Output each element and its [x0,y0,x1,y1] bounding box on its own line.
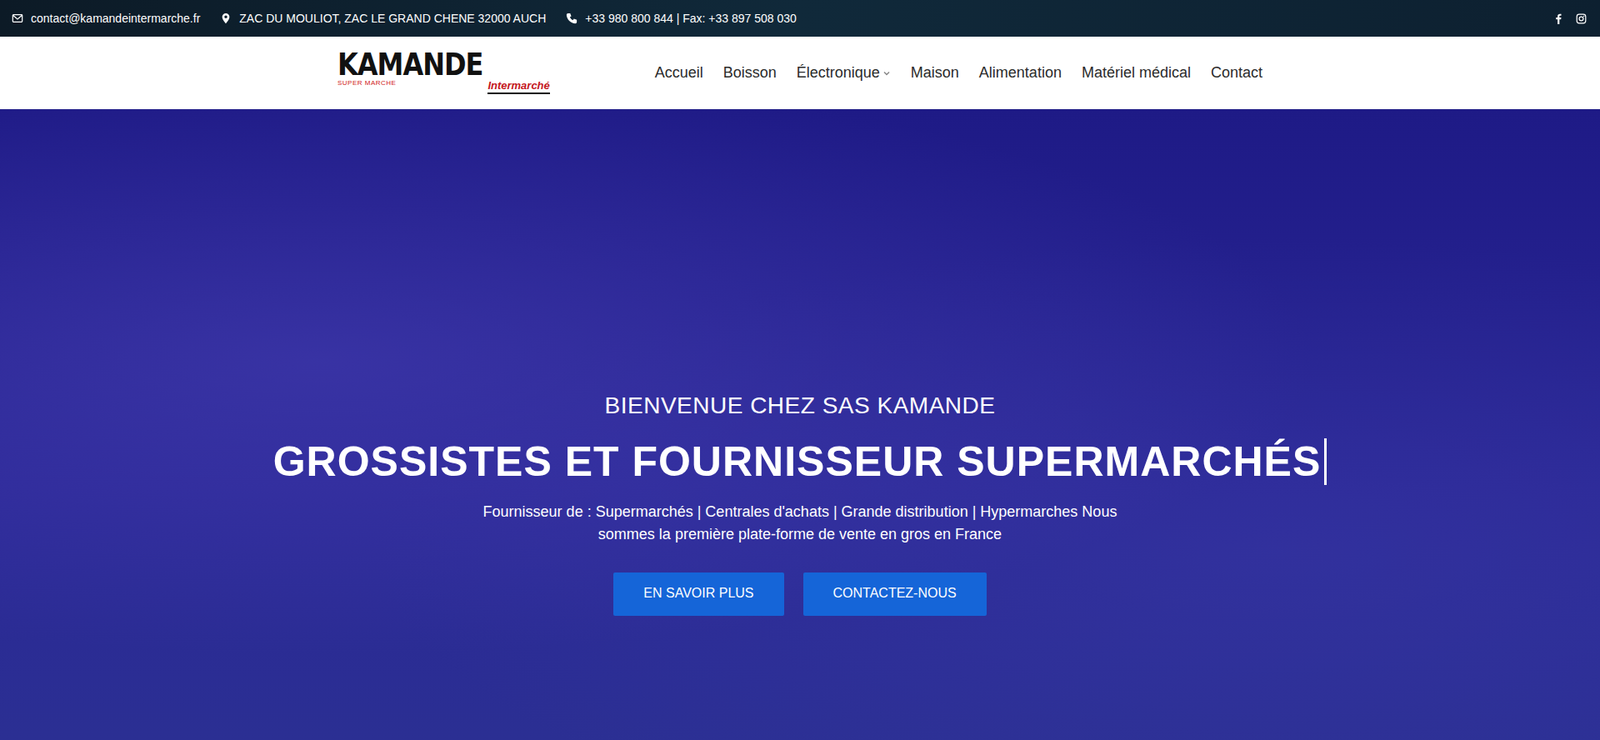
phone-text: +33 980 800 844 | Fax: +33 897 508 030 [585,11,797,25]
map-pin-icon [220,12,232,25]
hero-title: GROSSISTES ET FOURNISSEUR SUPERMARCHÉS [273,437,1328,486]
header: KAMANDE SUPER MARCHE Intermarché Accueil… [0,36,1600,110]
hero-eyebrow: BIENVENUE CHEZ SAS KAMANDE [605,392,996,420]
address-text: ZAC DU MOULIOT, ZAC LE GRAND CHENE 32000… [239,11,546,25]
phone-icon [565,12,578,25]
chevron-down-icon [882,69,891,78]
nav-item[interactable]: Boisson [723,64,777,82]
hero-button[interactable]: CONTACTEZ-NOUS [803,572,987,616]
nav-item[interactable]: Accueil [655,64,704,82]
instagram-icon[interactable] [1575,13,1587,25]
nav-item[interactable]: Matériel médical [1081,64,1191,82]
nav-item[interactable]: Maison [910,64,960,82]
facebook-icon[interactable] [1553,13,1565,25]
logo[interactable]: KAMANDE SUPER MARCHE Intermarché [337,49,550,98]
hero-button[interactable]: EN SAVOIR PLUS [613,572,784,616]
logo-name: KAMANDE [337,49,483,80]
nav-item[interactable]: Électronique [796,64,891,82]
hero-text: Fournisseur de : Supermarchés | Centrale… [470,500,1130,546]
envelope-icon [11,12,24,25]
top-bar: contact@kamandeintermarche.fr ZAC DU MOU… [0,0,1600,37]
hero: BIENVENUE CHEZ SAS KAMANDE GROSSISTES ET… [0,109,1600,740]
phone-info[interactable]: +33 980 800 844 | Fax: +33 897 508 030 [565,11,797,25]
email-text: contact@kamandeintermarche.fr [30,11,200,25]
page: contact@kamandeintermarche.fr ZAC DU MOU… [0,0,1600,740]
partner-logo: Intermarché [487,80,550,94]
email-info[interactable]: contact@kamandeintermarche.fr [11,11,200,25]
nav-item[interactable]: Alimentation [979,64,1062,82]
nav-item[interactable]: Contact [1210,64,1263,82]
main-nav: Accueil Boisson Électronique Maison Alim… [655,64,1263,82]
typing-cursor [1324,438,1327,485]
logo-tagline: SUPER MARCHE [337,80,483,87]
address-info: ZAC DU MOULIOT, ZAC LE GRAND CHENE 32000… [220,11,546,25]
